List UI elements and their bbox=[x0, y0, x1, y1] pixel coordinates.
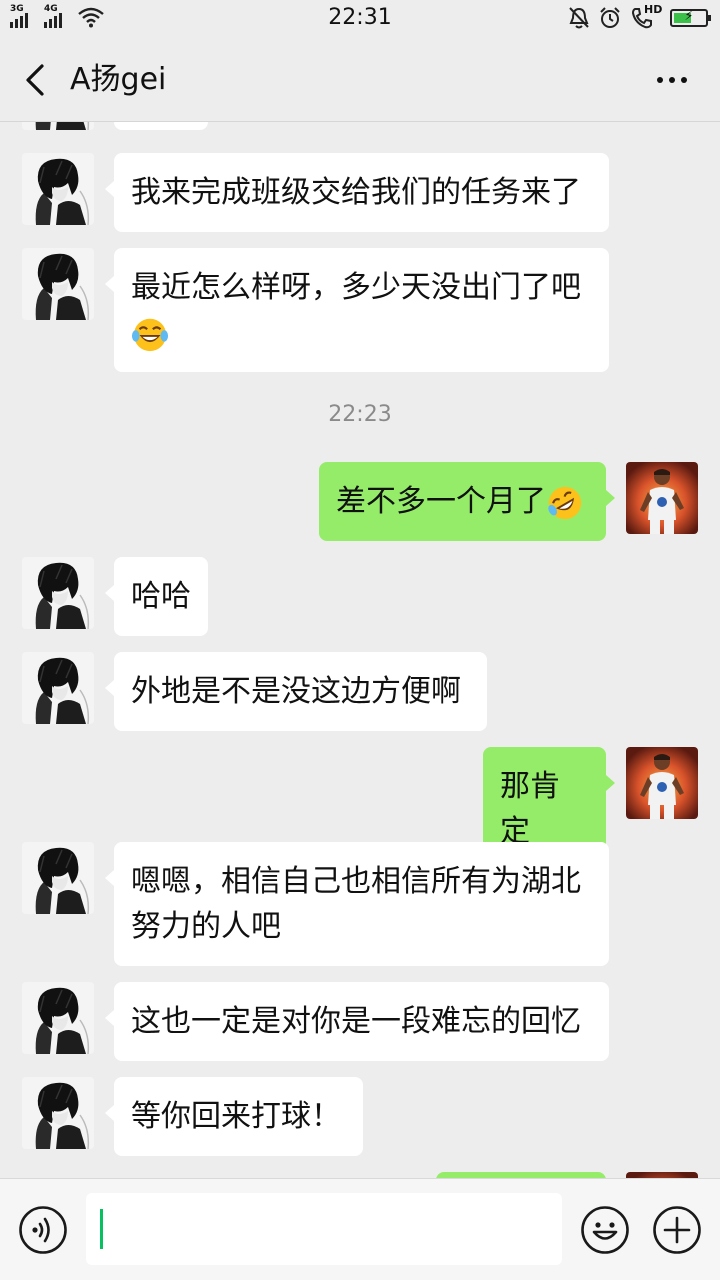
chat-screen: 3G 4G 22:31 HD ⚡ A扬gei 我来完成班级交给我们的任务来了 最… bbox=[0, 0, 720, 1280]
contact-avatar-image bbox=[22, 557, 94, 629]
contact-avatar-image bbox=[22, 842, 94, 914]
battery-icon: ⚡ bbox=[670, 9, 711, 27]
message-text: 这也一定是对你是一段难忘的回忆 bbox=[131, 1004, 581, 1039]
laugh-cry-emoji bbox=[131, 318, 169, 351]
more-dots-icon bbox=[657, 77, 663, 83]
message-text: 外地是不是没这边方便啊 bbox=[131, 674, 461, 709]
voice-icon bbox=[19, 1206, 67, 1254]
message-bubble[interactable]: 哈哈 bbox=[105, 557, 208, 636]
message-bubble[interactable]: 外地是不是没这边方便啊 bbox=[105, 652, 487, 731]
contact-avatar-image bbox=[22, 1077, 94, 1149]
message-text: 最近怎么样呀，多少天没出门了吧 bbox=[131, 270, 581, 305]
message-text: 差不多一个月了 bbox=[336, 484, 546, 519]
chat-header: A扬gei bbox=[0, 38, 720, 122]
back-chevron-icon bbox=[26, 64, 44, 96]
contact-avatar-image bbox=[22, 122, 94, 130]
back-button[interactable] bbox=[18, 60, 54, 100]
message-text: 我来完成班级交给我们的任务来了 bbox=[131, 175, 581, 210]
plus-icon bbox=[653, 1206, 701, 1254]
voice-button[interactable] bbox=[18, 1205, 68, 1255]
message-bubble[interactable]: 等你回来打球！ bbox=[105, 1077, 363, 1156]
message-text: 等你回来打球！ bbox=[131, 1099, 341, 1134]
hd-call-icon: HD bbox=[630, 3, 663, 30]
message-input[interactable] bbox=[86, 1193, 562, 1265]
message-bubble[interactable]: 这也一定是对你是一段难忘的回忆 bbox=[105, 982, 609, 1061]
my-avatar-image bbox=[626, 462, 698, 534]
contact-avatar[interactable] bbox=[22, 248, 94, 320]
message-bubble[interactable]: 差不多一个月了 bbox=[319, 462, 615, 541]
message-text: 那肯定 bbox=[500, 769, 560, 849]
message-bubble[interactable] bbox=[114, 122, 208, 130]
more-button[interactable] bbox=[650, 60, 694, 100]
message-list[interactable]: 我来完成班级交给我们的任务来了 最近怎么样呀，多少天没出门了吧 22:23 差不… bbox=[0, 122, 720, 1178]
rofl-emoji bbox=[548, 486, 582, 519]
my-avatar-image bbox=[626, 747, 698, 819]
contact-avatar-image bbox=[22, 248, 94, 320]
message-bubble[interactable]: 嗯嗯，相信自己也相信所有为湖北努力的人吧 bbox=[105, 842, 609, 966]
emoji-icon bbox=[581, 1206, 629, 1254]
hd-label: HD bbox=[644, 3, 663, 16]
message-bubble[interactable]: 最近怎么样呀，多少天没出门了吧 bbox=[105, 248, 609, 372]
status-bar: 3G 4G 22:31 HD ⚡ bbox=[0, 0, 720, 38]
contact-avatar[interactable] bbox=[22, 652, 94, 724]
message-timestamp: 22:23 bbox=[328, 402, 392, 427]
contact-avatar[interactable] bbox=[22, 557, 94, 629]
contact-avatar-image bbox=[22, 153, 94, 225]
contact-avatar[interactable] bbox=[22, 122, 94, 130]
input-bar bbox=[0, 1178, 720, 1280]
text-caret bbox=[100, 1209, 103, 1249]
my-avatar[interactable] bbox=[626, 747, 698, 819]
message-text: 嗯嗯，相信自己也相信所有为湖北努力的人吧 bbox=[131, 864, 581, 944]
bell-muted-icon bbox=[569, 7, 589, 29]
contact-avatar[interactable] bbox=[22, 153, 94, 225]
message-bubble[interactable]: 我来完成班级交给我们的任务来了 bbox=[105, 153, 609, 232]
contact-avatar-image bbox=[22, 652, 94, 724]
contact-avatar[interactable] bbox=[22, 842, 94, 914]
more-functions-button[interactable] bbox=[652, 1205, 702, 1255]
chat-title: A扬gei bbox=[70, 62, 167, 97]
contact-avatar[interactable] bbox=[22, 1077, 94, 1149]
message-text: 哈哈 bbox=[131, 579, 191, 614]
contact-avatar-image bbox=[22, 982, 94, 1054]
my-avatar[interactable] bbox=[626, 462, 698, 534]
alarm-clock-icon bbox=[600, 7, 620, 28]
contact-avatar[interactable] bbox=[22, 982, 94, 1054]
emoji-button[interactable] bbox=[580, 1205, 630, 1255]
